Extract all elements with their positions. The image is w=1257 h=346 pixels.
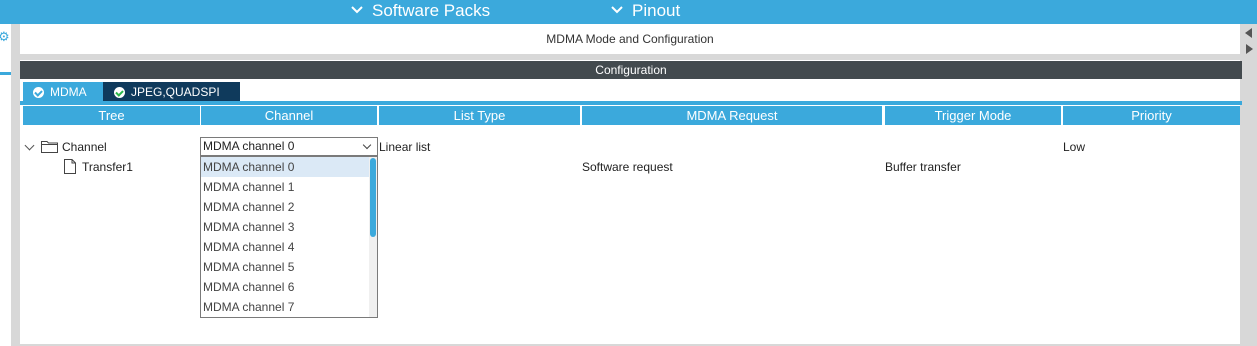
channel-dropdown-list[interactable]: MDMA channel 0 MDMA channel 1 MDMA chann… (200, 156, 378, 318)
tree-expand-chevron-icon[interactable] (24, 140, 35, 151)
section-divider (20, 54, 1240, 60)
chevron-down-icon (362, 140, 372, 150)
column-header-list-type[interactable]: List Type (379, 106, 580, 125)
dropdown-option-channel-7[interactable]: MDMA channel 7 (201, 297, 369, 317)
dropdown-option-channel-3[interactable]: MDMA channel 3 (201, 217, 369, 237)
dropdown-option-channel-1[interactable]: MDMA channel 1 (201, 177, 369, 197)
expand-right-arrow-icon[interactable] (1246, 44, 1253, 54)
dropdown-option-channel-2[interactable]: MDMA channel 2 (201, 197, 369, 217)
tab-jpeg-quadspi-label: JPEG,QUADSPI (131, 85, 220, 99)
column-header-trigger-mode[interactable]: Trigger Mode (885, 106, 1061, 125)
column-header-mdma-request[interactable]: MDMA Request (582, 106, 882, 125)
right-panel-splitter[interactable] (1240, 24, 1257, 346)
tab-underline (20, 101, 1242, 105)
tab-jpeg-quadspi[interactable]: JPEG,QUADSPI (103, 82, 240, 102)
channel-select-value: MDMA channel 0 (203, 139, 295, 153)
priority-value: Low (1063, 140, 1086, 154)
tree-item-transfer1[interactable]: Transfer1 (82, 160, 133, 174)
dropdown-option-channel-5[interactable]: MDMA channel 5 (201, 257, 369, 277)
tree-item-channel[interactable]: Channel (62, 140, 107, 154)
gear-icon[interactable]: ⚙ (0, 30, 10, 44)
software-packs-menu[interactable]: Software Packs (350, 1, 490, 21)
dropdown-option-channel-0[interactable]: MDMA channel 0 (201, 157, 369, 177)
trigger-mode-value: Buffer transfer (885, 160, 961, 174)
check-circle-icon (114, 86, 125, 98)
mdma-request-value: Software request (582, 160, 673, 174)
tab-mdma-label: MDMA (50, 85, 87, 99)
pinout-label: Pinout (632, 1, 681, 20)
configuration-title-bar: Configuration (20, 61, 1242, 79)
chevron-down-icon (611, 6, 623, 14)
check-circle-icon (33, 86, 44, 98)
column-header-priority[interactable]: Priority (1063, 106, 1240, 125)
column-header-channel[interactable]: Channel (201, 106, 377, 125)
column-header-tree[interactable]: Tree (23, 106, 200, 125)
folder-icon (41, 141, 58, 153)
config-tabs: MDMA JPEG,QUADSPI (23, 82, 240, 102)
collapse-left-arrow-icon[interactable] (1245, 28, 1252, 38)
dropdown-scrollbar-thumb[interactable] (370, 158, 376, 237)
left-panel-splitter[interactable] (11, 24, 20, 346)
channel-select[interactable]: MDMA channel 0 (200, 137, 378, 156)
file-icon (64, 159, 76, 174)
tab-mdma[interactable]: MDMA (23, 82, 103, 102)
software-packs-label: Software Packs (372, 1, 491, 20)
dropdown-option-channel-4[interactable]: MDMA channel 4 (201, 237, 369, 257)
pinout-menu[interactable]: Pinout (610, 1, 680, 21)
dropdown-option-channel-6[interactable]: MDMA channel 6 (201, 277, 369, 297)
chevron-down-icon (351, 6, 363, 14)
list-type-value: Linear list (379, 140, 431, 154)
mode-configuration-header: MDMA Mode and Configuration (20, 24, 1240, 54)
